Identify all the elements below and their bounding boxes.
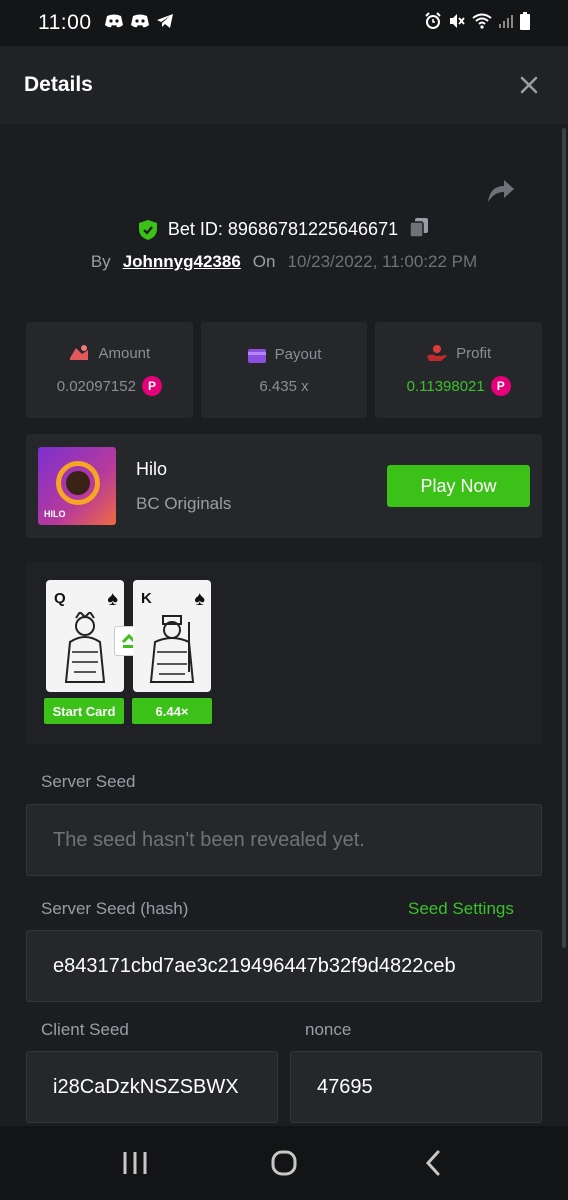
queen-figure-icon [64, 612, 106, 683]
share-button[interactable] [486, 178, 516, 208]
username-link[interactable]: Johnnyg42386 [123, 252, 241, 272]
system-icons [424, 12, 530, 34]
server-seed-label: Server Seed [41, 772, 136, 791]
copy-button[interactable] [408, 216, 430, 243]
stat-profit: Profit 0.11398021 P [375, 322, 543, 418]
play-now-button[interactable]: Play Now [387, 465, 530, 507]
coin-icon: P [490, 376, 511, 396]
amount-value: 0.02097152 [56, 377, 136, 395]
client-seed-field[interactable]: i28CaDzkNSZSBWX [26, 1051, 278, 1123]
telegram-icon [156, 13, 174, 33]
home-icon [271, 1150, 297, 1176]
king-figure-icon [149, 615, 195, 683]
share-icon [488, 180, 514, 202]
recent-apps-icon [123, 1152, 147, 1174]
home-button[interactable] [262, 1141, 306, 1185]
profit-hand-icon [427, 345, 448, 361]
status-time: 11:00 [38, 11, 92, 34]
verified-shield-icon [138, 219, 157, 240]
stat-amount: Amount 0.02097152 P [26, 322, 193, 418]
playing-card-king: K ♠ [133, 580, 211, 692]
thumbnail-text: HILO [44, 509, 66, 519]
game-provider: BC Originals [136, 493, 232, 513]
notification-icons [104, 13, 174, 33]
details-content[interactable]: Bet ID: 89686781225646671 By Johnnyg4238… [0, 124, 568, 1126]
discord-icon [104, 13, 124, 33]
back-icon [426, 1150, 440, 1176]
amount-icon [70, 345, 89, 360]
payout-label: Payout [274, 346, 322, 363]
game-card: HILO Hilo BC Originals Play Now [26, 434, 542, 538]
spade-icon: ♠ [107, 588, 118, 610]
payout-value: 6.435 x [259, 377, 309, 395]
card-rank: Q [54, 590, 66, 607]
discord-icon [130, 13, 150, 33]
close-icon [520, 76, 538, 94]
wallet-icon [247, 348, 266, 363]
by-label: By [90, 252, 111, 271]
copy-icon [409, 218, 429, 238]
spade-icon: ♠ [194, 588, 205, 610]
navigation-bar [0, 1126, 568, 1200]
card-rank: K [141, 590, 152, 607]
close-button[interactable] [514, 70, 544, 100]
alarm-icon [424, 12, 442, 34]
hilo-thumbnail[interactable]: HILO [38, 447, 116, 525]
coin-icon: P [141, 376, 162, 396]
client-seed-label: Client Seed [41, 1020, 129, 1039]
mute-icon [448, 12, 466, 34]
seed-settings-link[interactable]: Seed Settings [408, 899, 514, 919]
bet-id: Bet ID: 89686781225646671 [167, 219, 399, 239]
amount-label: Amount [98, 344, 151, 362]
profit-value: 0.11398021 [406, 377, 485, 395]
scrollbar[interactable] [562, 128, 566, 948]
bet-stats: Amount 0.02097152 P Payout 6.435 x Profi… [26, 322, 543, 418]
bet-id-row: Bet ID: 89686781225646671 [0, 216, 568, 243]
game-name: Hilo [136, 458, 168, 479]
bet-datetime: 10/23/2022, 11:00:22 PM [287, 252, 478, 271]
server-seed-hash-label: Server Seed (hash) [41, 899, 189, 918]
start-card-tag: Start Card [44, 698, 124, 724]
card-history: Q ♠ K ♠ Start Card 6.44× [26, 562, 542, 744]
page-title: Details [24, 73, 93, 96]
multiplier-tag: 6.44× [132, 698, 212, 724]
profit-label: Profit [456, 344, 492, 362]
playing-card-queen: Q ♠ [46, 580, 124, 692]
back-button[interactable] [411, 1141, 455, 1185]
battery-icon [520, 12, 530, 34]
server-seed-hash-field[interactable]: e843171cbd7ae3c219496447b32f9d4822ceb [26, 930, 542, 1002]
bet-author-row: By Johnnyg42386 On 10/23/2022, 11:00:22 … [0, 252, 568, 272]
on-label: On [252, 252, 276, 271]
recent-apps-button[interactable] [113, 1141, 157, 1185]
server-seed-field: The seed hasn't been revealed yet. [26, 804, 542, 876]
nonce-label: nonce [305, 1020, 352, 1039]
signal-icon [498, 13, 514, 33]
wifi-icon [472, 13, 492, 33]
nonce-field[interactable]: 47695 [290, 1051, 542, 1123]
stat-payout: Payout 6.435 x [200, 322, 368, 418]
status-bar: 11:00 [0, 0, 568, 46]
details-header: Details [0, 46, 568, 124]
